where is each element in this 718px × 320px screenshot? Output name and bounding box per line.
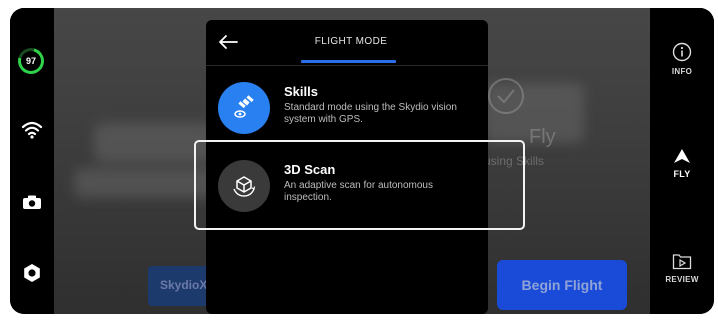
selection-highlight bbox=[194, 140, 525, 230]
mode-title-skills: Skills bbox=[284, 84, 318, 99]
wifi-icon[interactable] bbox=[19, 118, 45, 142]
panel-header: FLIGHT MODE bbox=[206, 20, 488, 66]
folder-play-icon bbox=[672, 254, 692, 270]
battery-indicator: 97 bbox=[13, 43, 49, 79]
check-circle-icon bbox=[488, 78, 524, 114]
device-screen: Fly using Skills SkydioX2 Begin Flight 9… bbox=[10, 8, 714, 314]
back-arrow-icon[interactable] bbox=[216, 30, 240, 54]
title-underline bbox=[301, 60, 396, 63]
skills-icon bbox=[218, 82, 270, 134]
gear-icon[interactable] bbox=[19, 261, 45, 285]
battery-percent: 97 bbox=[25, 56, 37, 67]
panel-title: FLIGHT MODE bbox=[314, 36, 388, 47]
camera-icon[interactable] bbox=[19, 190, 45, 214]
right-nav-rail: INFO FLY REVIEW bbox=[650, 8, 714, 314]
bg-fly-text: Fly bbox=[529, 126, 556, 148]
mode-item-skills[interactable]: Skills Standard mode using the Skydio vi… bbox=[206, 74, 488, 142]
begin-flight-button[interactable]: Begin Flight bbox=[497, 260, 627, 310]
fly-label: FLY bbox=[673, 169, 691, 179]
left-status-rail: 97 bbox=[10, 8, 54, 314]
info-icon bbox=[672, 42, 692, 62]
review-button[interactable]: REVIEW bbox=[650, 252, 714, 284]
fly-arrow-icon bbox=[674, 149, 690, 163]
fly-button[interactable]: FLY bbox=[650, 148, 714, 179]
info-label: INFO bbox=[671, 67, 693, 76]
mode-desc-skills: Standard mode using the Skydio vision sy… bbox=[284, 102, 457, 125]
review-label: REVIEW bbox=[665, 275, 699, 284]
info-button[interactable]: INFO bbox=[650, 42, 714, 76]
